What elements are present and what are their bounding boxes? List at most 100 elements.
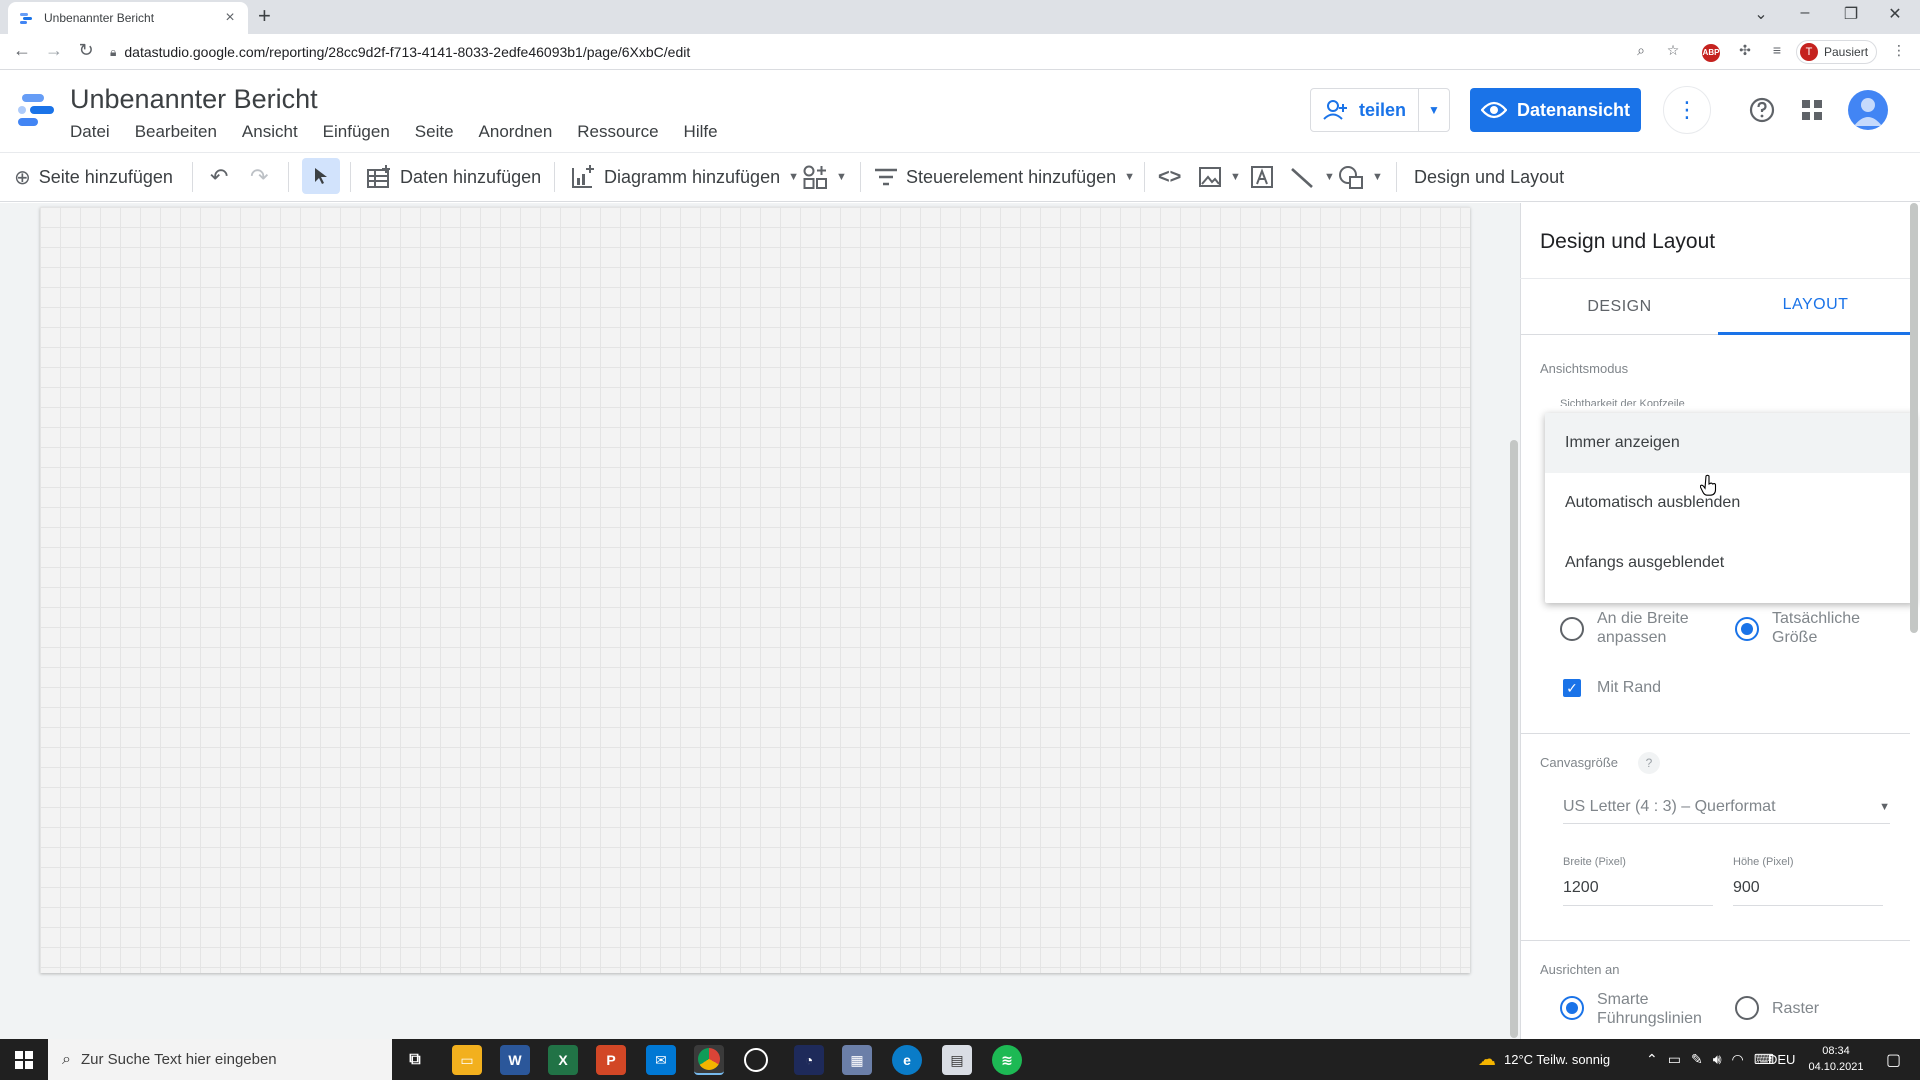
forward-arrow-icon[interactable]: →: [42, 40, 66, 61]
close-tab-icon[interactable]: ×: [222, 9, 238, 27]
data-view-button[interactable]: Datenansicht: [1470, 88, 1641, 132]
menu-hilfe[interactable]: Hilfe: [684, 122, 718, 142]
menu-seite[interactable]: Seite: [415, 122, 454, 142]
text-box-icon[interactable]: [1250, 152, 1274, 202]
word-icon[interactable]: W: [500, 1045, 530, 1075]
language-indicator[interactable]: DEU: [1768, 1039, 1795, 1080]
add-data-button[interactable]: Daten hinzufügen: [366, 152, 541, 202]
reload-icon[interactable]: ↻: [74, 40, 98, 61]
edge-icon[interactable]: e: [892, 1045, 922, 1075]
add-control-button[interactable]: Steuerelement hinzufügen ▼: [874, 152, 1135, 202]
share-button[interactable]: teilen: [1311, 89, 1419, 131]
chevron-down-icon: ▼: [1372, 171, 1383, 183]
taskbar-app-icon[interactable]: ▦: [842, 1045, 872, 1075]
apps-grid-icon[interactable]: [1800, 98, 1824, 122]
height-input[interactable]: 900: [1733, 874, 1883, 906]
actual-size-radio[interactable]: [1735, 617, 1759, 641]
line-button[interactable]: ▼: [1290, 152, 1335, 202]
add-chart-button[interactable]: Diagramm hinzufügen ▼: [570, 152, 799, 202]
close-window-button[interactable]: ✕: [1884, 4, 1906, 24]
menu-ansicht[interactable]: Ansicht: [242, 122, 298, 142]
toolbar-divider: [1396, 162, 1397, 192]
pen-icon[interactable]: ✎: [1691, 1051, 1703, 1068]
menu-datei[interactable]: Datei: [70, 122, 110, 142]
browser-tab[interactable]: Unbenannter Bericht ×: [8, 2, 248, 34]
mail-icon[interactable]: ✉: [646, 1045, 676, 1075]
address-bar[interactable]: 🔒︎ datastudio.google.com/reporting/28cc9…: [110, 38, 1690, 66]
profile-button[interactable]: T Pausiert: [1796, 40, 1878, 64]
dropdown-option-always-show[interactable]: Immer anzeigen: [1545, 413, 1915, 473]
add-page-button[interactable]: ⊕ Seite hinzufügen: [14, 152, 173, 202]
community-visualizations-button[interactable]: ▼: [802, 152, 847, 202]
volume-icon[interactable]: 🔊︎: [1713, 1051, 1722, 1068]
obs-icon[interactable]: [744, 1048, 768, 1072]
adblock-extension-icon[interactable]: ABP: [1700, 42, 1722, 62]
windows-start-icon[interactable]: [0, 1039, 48, 1080]
theme-layout-button[interactable]: Design und Layout: [1414, 152, 1564, 202]
clock[interactable]: 08:34 04.10.2021: [1808, 1043, 1864, 1075]
shape-button[interactable]: ▼: [1338, 152, 1383, 202]
show-hidden-icons-icon[interactable]: ⌃: [1646, 1051, 1658, 1068]
menu-bearbeiten[interactable]: Bearbeiten: [135, 122, 217, 142]
restore-window-button[interactable]: ❐: [1840, 4, 1862, 24]
dropdown-option-auto-hide[interactable]: Automatisch ausblenden: [1545, 473, 1915, 533]
zoom-icon[interactable]: ⌕: [1630, 42, 1652, 62]
file-explorer-icon[interactable]: ▭: [452, 1045, 482, 1075]
share-dropdown-arrow-icon[interactable]: ▼: [1419, 103, 1449, 117]
select-pointer-icon[interactable]: [302, 158, 340, 194]
reading-list-icon[interactable]: ≡: [1766, 42, 1788, 62]
search-icon: ⌕: [62, 1050, 71, 1068]
fit-width-radio[interactable]: [1560, 617, 1584, 641]
width-input[interactable]: 1200: [1563, 874, 1713, 906]
meet-now-icon[interactable]: ▭: [1668, 1051, 1681, 1068]
chrome-icon[interactable]: [694, 1045, 724, 1075]
bookmark-star-icon[interactable]: ☆: [1662, 42, 1684, 62]
wifi-icon[interactable]: ◠: [1732, 1051, 1744, 1068]
smart-guides-radio[interactable]: [1560, 996, 1584, 1020]
canvas-size-value: US Letter (4 : 3) – Querformat: [1563, 797, 1776, 815]
tab-search-icon[interactable]: ⌄: [1750, 4, 1772, 24]
weather-widget[interactable]: ☁ 12°C Teilw. sonnig: [1478, 1039, 1610, 1080]
menu-ressource[interactable]: Ressource: [577, 122, 658, 142]
redo-icon[interactable]: ↷: [250, 152, 268, 202]
help-icon[interactable]: [1748, 96, 1776, 124]
menu-einfuegen[interactable]: Einfügen: [323, 122, 390, 142]
toolbar-divider: [554, 162, 555, 192]
menu-anordnen[interactable]: Anordnen: [479, 122, 553, 142]
code-embed-icon[interactable]: <>: [1158, 152, 1181, 202]
excel-icon[interactable]: X: [548, 1045, 578, 1075]
task-view-icon[interactable]: ⧉: [400, 1045, 430, 1075]
lock-icon: 🔒︎: [110, 44, 117, 59]
tab-design[interactable]: DESIGN: [1522, 278, 1717, 335]
spotify-icon[interactable]: ≋: [992, 1045, 1022, 1075]
new-tab-button[interactable]: +: [258, 5, 271, 27]
with-border-checkbox[interactable]: ✓: [1563, 679, 1581, 697]
powerpoint-icon[interactable]: P: [596, 1045, 626, 1075]
taskbar-search-box[interactable]: ⌕ Zur Suche Text hier eingeben: [48, 1039, 392, 1080]
weather-sun-icon: ☁: [1478, 1049, 1496, 1069]
account-avatar[interactable]: [1848, 90, 1888, 130]
report-title[interactable]: Unbenannter Bericht: [70, 84, 318, 115]
data-studio-logo-icon[interactable]: [16, 92, 56, 128]
canvas-size-select[interactable]: US Letter (4 : 3) – Querformat ▼: [1563, 790, 1890, 824]
browser-menu-icon[interactable]: ⋮: [1888, 42, 1910, 62]
taskbar-app-icon[interactable]: ◔: [794, 1045, 824, 1075]
report-page-canvas[interactable]: [40, 207, 1470, 973]
notepad-icon[interactable]: ▤: [942, 1045, 972, 1075]
url-text: datastudio.google.com/reporting/28cc9d2f…: [124, 44, 691, 60]
align-to-label: Ausrichten an: [1540, 962, 1620, 977]
extensions-puzzle-icon[interactable]: ✣: [1734, 42, 1756, 62]
back-arrow-icon[interactable]: ←: [10, 40, 34, 61]
panel-scrollbar[interactable]: [1910, 203, 1918, 633]
help-circle-icon[interactable]: ?: [1638, 752, 1660, 774]
minimize-window-button[interactable]: –: [1794, 4, 1816, 22]
image-button[interactable]: ▼: [1198, 152, 1241, 202]
undo-icon[interactable]: ↶: [210, 152, 228, 202]
tab-layout[interactable]: LAYOUT: [1718, 278, 1913, 335]
more-options-icon[interactable]: ⋮: [1663, 86, 1711, 134]
dropdown-option-initially-hidden[interactable]: Anfangs ausgeblendet: [1545, 533, 1915, 593]
fit-width-label: An die Breite anpassen: [1597, 610, 1689, 646]
canvas-scrollbar[interactable]: [1510, 440, 1518, 1038]
notifications-icon[interactable]: ▢: [1886, 1039, 1901, 1080]
grid-radio[interactable]: [1735, 996, 1759, 1020]
